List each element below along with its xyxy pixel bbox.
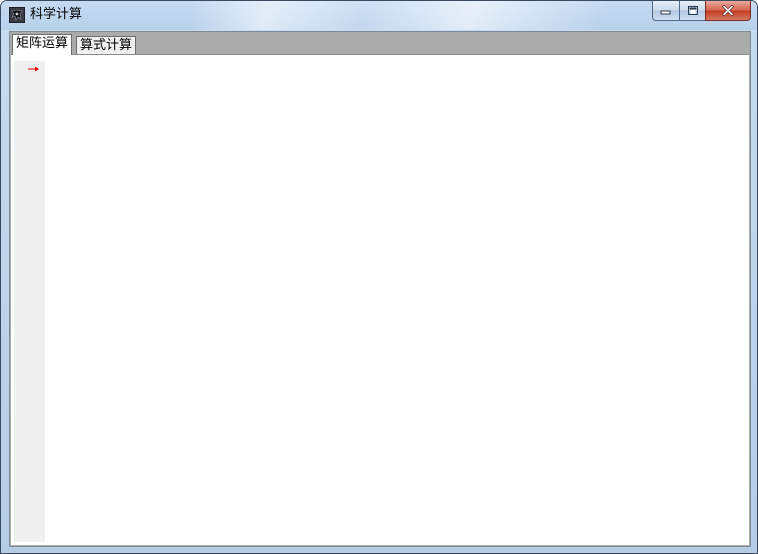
tab-panel <box>11 54 749 545</box>
editor-area[interactable] <box>45 61 747 542</box>
tab-strip: 矩阵运算 算式计算 <box>10 32 750 55</box>
app-icon <box>9 7 25 23</box>
window-title: 科学计算 <box>30 7 83 22</box>
maximize-icon <box>687 6 698 15</box>
close-button[interactable] <box>705 1 751 21</box>
tab-label: 矩阵运算 <box>16 36 69 51</box>
caption-buttons <box>652 1 751 21</box>
line-gutter <box>14 61 45 542</box>
tab-matrix-operations[interactable]: 矩阵运算 <box>12 34 73 55</box>
tab-label: 算式计算 <box>80 38 133 53</box>
minimize-icon <box>660 10 671 14</box>
app-window: 科学计算 矩阵运算 算式计算 <box>0 0 758 554</box>
title-bar[interactable]: 科学计算 <box>1 1 757 30</box>
maximize-button[interactable] <box>679 1 705 21</box>
minimize-button[interactable] <box>652 1 679 21</box>
tab-expression-calculation[interactable]: 算式计算 <box>76 36 137 54</box>
arrow-icon <box>28 66 39 72</box>
client-area: 矩阵运算 算式计算 <box>9 31 751 547</box>
close-icon <box>722 5 734 16</box>
